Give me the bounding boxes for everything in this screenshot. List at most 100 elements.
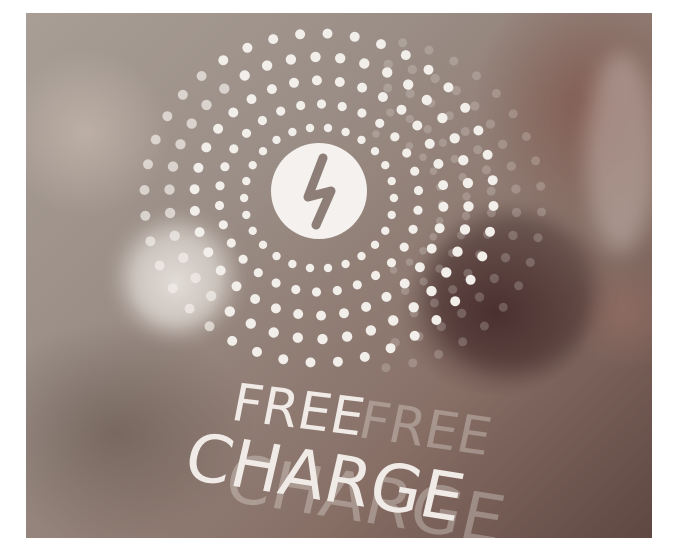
sunburst-dot <box>341 259 350 269</box>
sunburst-dot <box>271 278 281 288</box>
sunburst-dot <box>239 193 249 203</box>
sunburst-dot <box>238 254 248 264</box>
sunburst-dot <box>150 134 161 145</box>
sunburst-dot <box>177 89 188 100</box>
sunburst-dot-reflection <box>438 138 448 147</box>
sunburst-dot <box>357 135 366 145</box>
sunburst-dot <box>482 149 493 160</box>
sunburst-dot-reflection <box>498 302 508 312</box>
sunburst-dot <box>410 166 420 176</box>
sunburst-dot-reflection <box>508 230 518 241</box>
sunburst-dot-reflection <box>470 101 480 111</box>
sunburst-dot <box>449 133 460 144</box>
sunburst-dot-reflection <box>485 119 496 129</box>
sunburst-dot <box>387 176 396 186</box>
sunburst-dot-reflection <box>419 277 428 286</box>
sunburst-dot-reflection <box>449 56 459 66</box>
sunburst-dot <box>403 79 414 90</box>
sunburst-dot <box>396 104 407 115</box>
sunburst-dot <box>382 67 393 78</box>
sunburst-dot-reflection <box>389 266 398 274</box>
sunburst-dot-reflection <box>448 285 458 294</box>
window-sticker: FREE CHARGE FREE CHARGE <box>139 28 546 538</box>
sunburst-dot <box>203 247 214 258</box>
sunburst-dot-reflection <box>486 186 496 196</box>
sunburst-dot-reflection <box>511 184 521 194</box>
sunburst-dot <box>352 280 362 290</box>
sunburst-dot-reflection <box>511 207 522 218</box>
sunburst-dot <box>323 123 333 133</box>
sunburst-dot <box>311 75 322 86</box>
sunburst-dot <box>268 327 279 338</box>
sunburst-dot <box>162 111 173 122</box>
sunburst-dot <box>190 272 201 284</box>
sunburst-dot <box>169 230 180 241</box>
sunburst-dot <box>215 181 225 191</box>
sunburst-dot <box>413 185 424 196</box>
sunburst-dot <box>370 240 380 249</box>
sunburst-dot <box>272 251 281 261</box>
sunburst-dot <box>390 132 400 142</box>
sunburst-dot <box>220 162 230 172</box>
sunburst-dot <box>423 64 434 75</box>
sunburst-dot <box>426 243 437 254</box>
sunburst-dot-reflection <box>405 258 414 266</box>
sunburst-dot <box>231 281 242 292</box>
sunburst-dot <box>288 259 297 269</box>
sunburst-dot-reflection <box>407 64 417 75</box>
sunburst-dot <box>443 82 454 93</box>
sunburst-dot <box>253 268 263 278</box>
sunburst-dot <box>164 207 176 219</box>
sunburst-dot <box>332 356 343 367</box>
sunburst-dot <box>414 262 425 273</box>
sunburst-dot <box>341 127 350 137</box>
sunburst-dot-reflection <box>381 363 391 373</box>
sunburst-dot-reflection <box>533 233 543 243</box>
sunburst-dot-reflection <box>430 298 439 308</box>
sunburst-dot <box>375 118 385 128</box>
sunburst-dot <box>473 125 484 136</box>
sunburst-dot-reflection <box>405 114 415 124</box>
sunburst-dot-reflection <box>536 181 546 191</box>
sunburst-dot <box>402 148 412 158</box>
sunburst-dot <box>357 108 367 118</box>
sunburst-dot <box>386 258 397 268</box>
sunburst-dot <box>399 242 409 252</box>
sunburst-dot <box>349 31 360 42</box>
sunburst-dot <box>377 92 388 102</box>
sunburst-dot <box>215 265 226 276</box>
sunburst-dot <box>359 351 370 362</box>
sunburst-dot <box>194 227 205 238</box>
sunburst-dot-reflection <box>462 192 471 201</box>
sunburst-dot <box>434 223 445 234</box>
sunburst-dot-reflection <box>419 153 427 161</box>
sunburst-dot <box>408 302 419 313</box>
sunburst-dot <box>488 201 499 211</box>
sunburst-dot <box>381 161 390 170</box>
sunburst-dot <box>246 94 257 105</box>
sunburst-dot <box>289 77 299 88</box>
sunburst-dot <box>219 83 230 94</box>
sunburst-dot <box>252 346 262 357</box>
sunburst-dot <box>310 51 321 63</box>
sunburst-dot-reflection <box>450 154 459 164</box>
sunburst-dot <box>258 240 268 249</box>
sunburst-dot <box>295 29 306 40</box>
sunburst-dot <box>250 294 261 304</box>
sunburst-dot <box>218 220 228 230</box>
sunburst-dot <box>316 99 327 109</box>
sunburst-dot <box>413 205 423 215</box>
sunburst-dot <box>433 158 444 169</box>
sunburst-dot <box>381 226 390 235</box>
sunburst-dot <box>458 155 469 166</box>
sunburst-dot <box>227 335 238 346</box>
sunburst-dot <box>438 180 449 191</box>
sunburst-dot <box>334 77 345 87</box>
sunburst-dot <box>167 161 179 172</box>
sunburst-dot-reflection <box>372 130 380 138</box>
sunburst-dot <box>332 285 342 296</box>
sunburst-dot <box>201 142 212 153</box>
sunburst-dot <box>239 70 250 81</box>
sunburst-dot <box>389 193 399 203</box>
sunburst-dot <box>408 224 418 234</box>
